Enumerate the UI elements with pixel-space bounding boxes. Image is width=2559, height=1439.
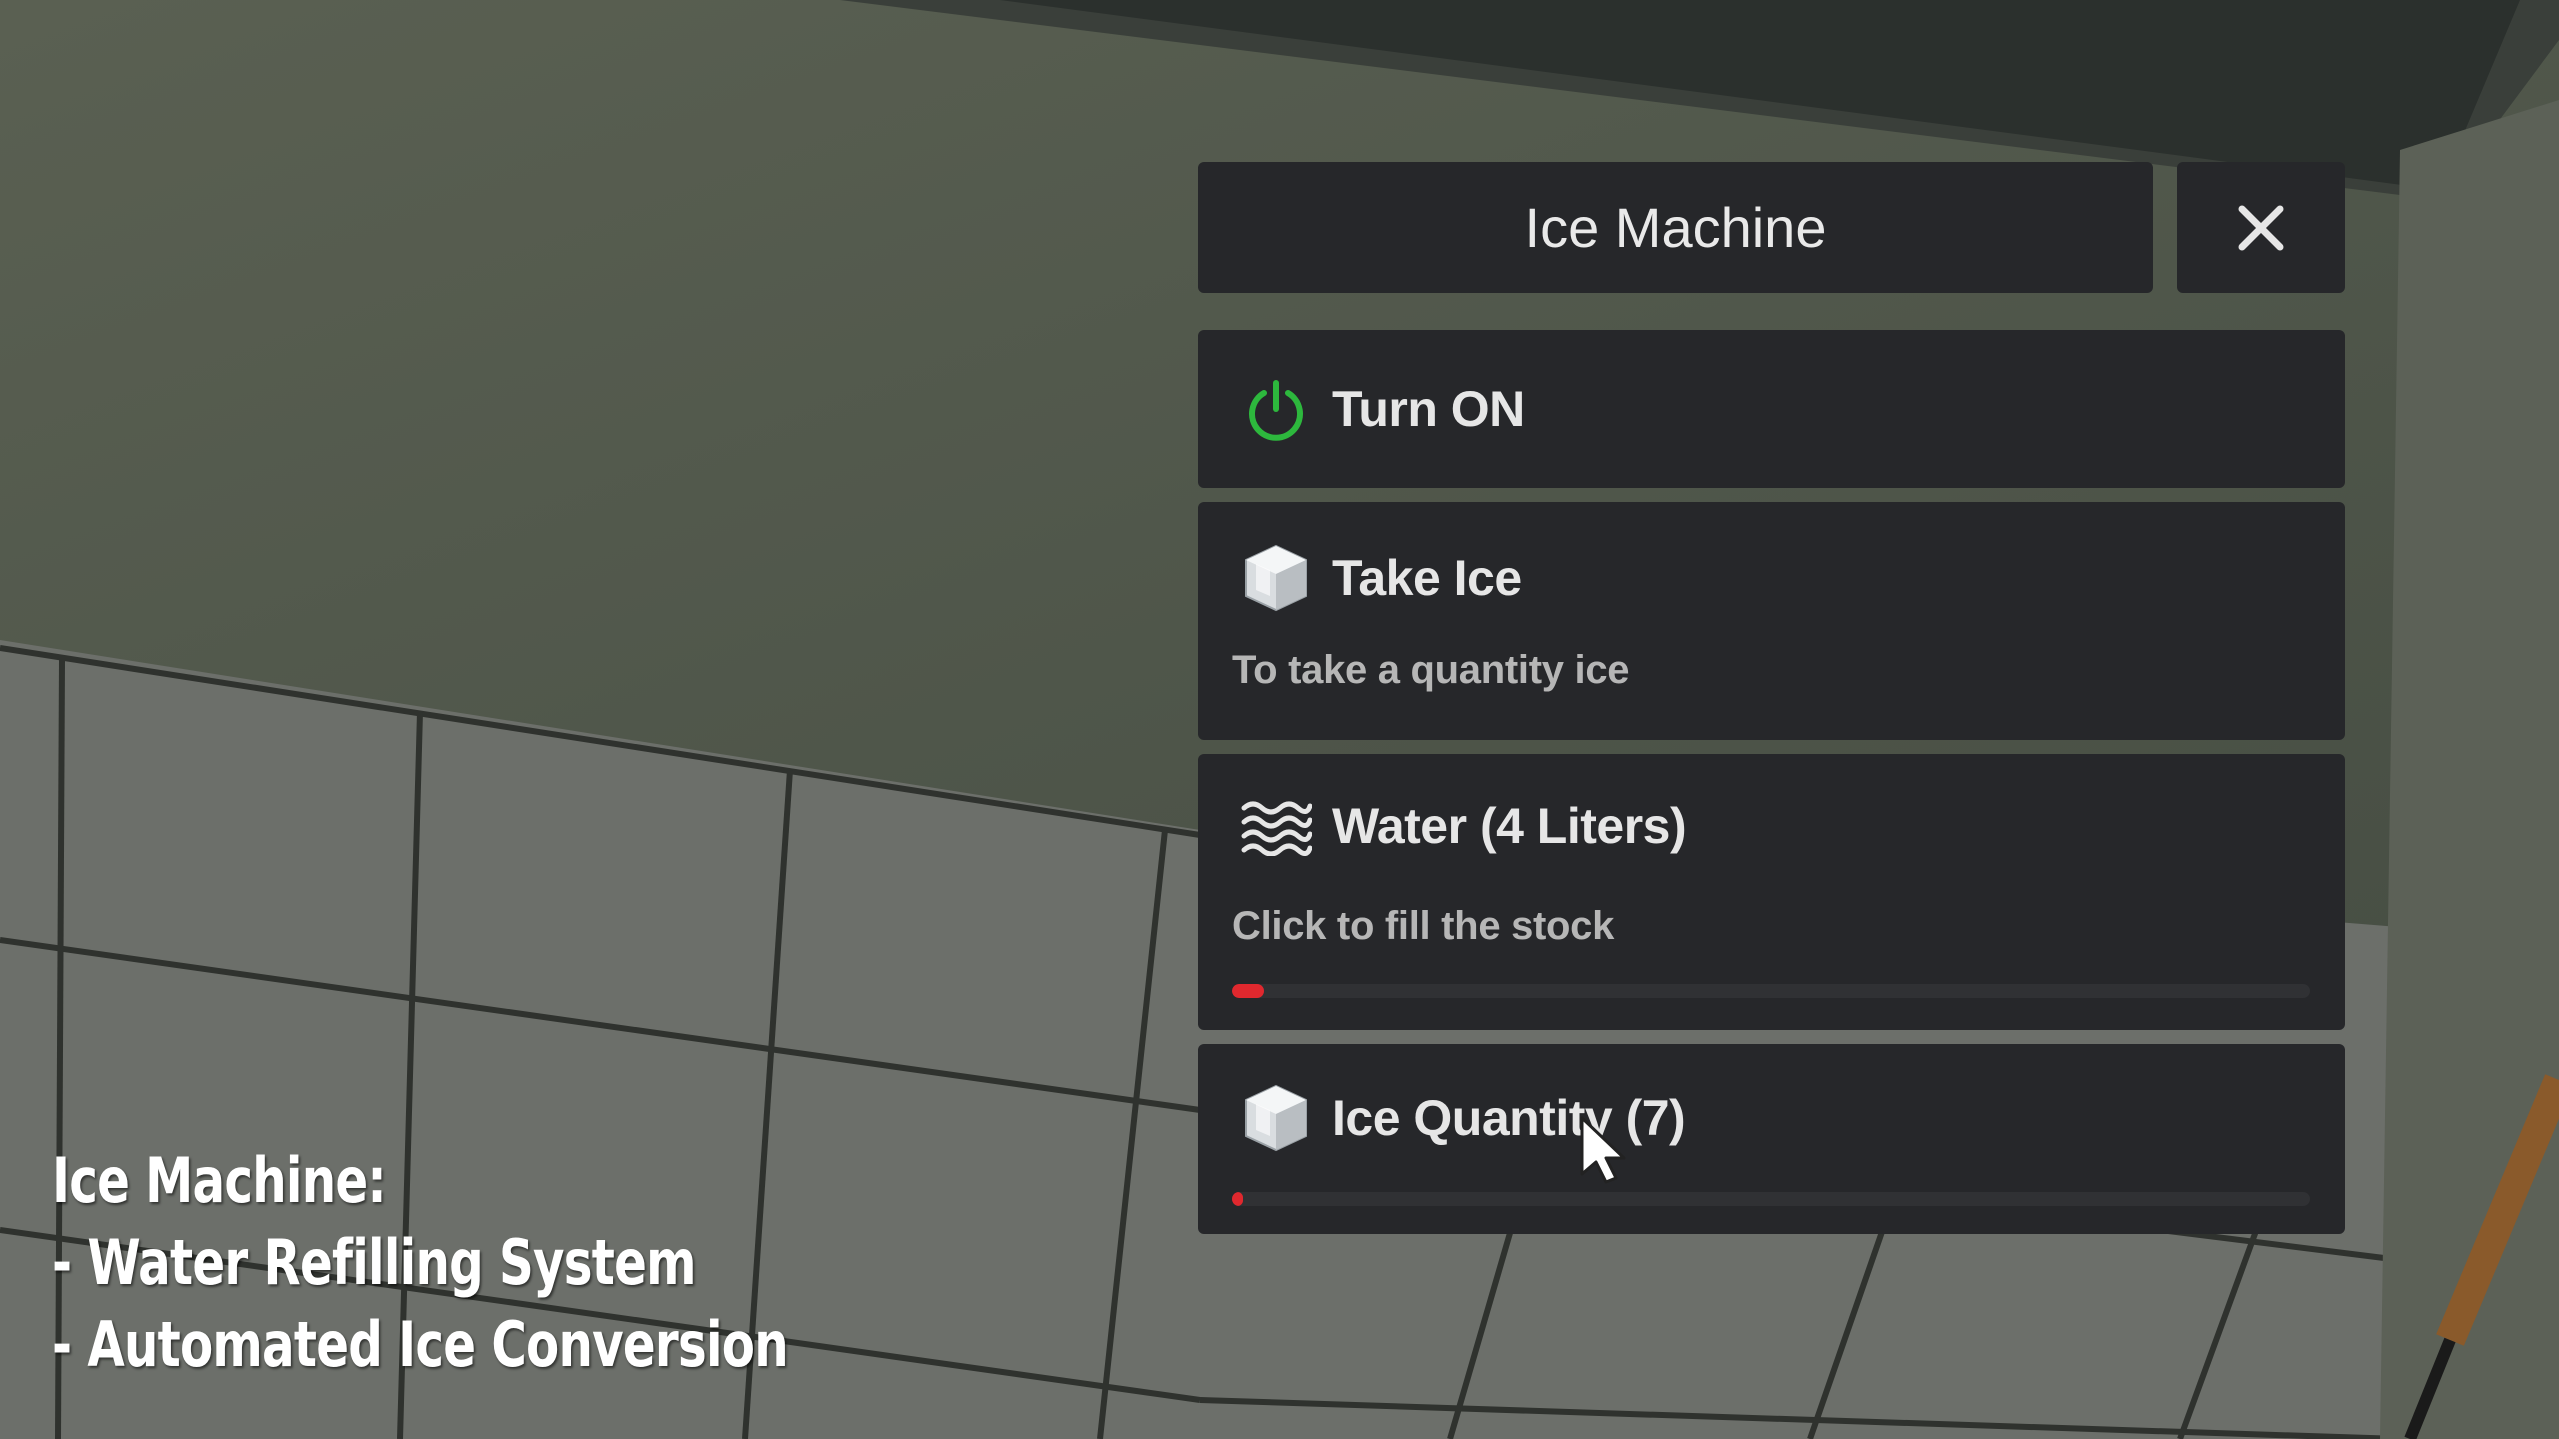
game-scene: Ice Machine: - Water Refilling System - …: [0, 0, 2559, 1439]
caption-line-water: - Water Refilling System: [52, 1226, 697, 1299]
turn-on-label: Turn ON: [1332, 381, 1525, 437]
take-ice-header: Take Ice: [1238, 540, 1522, 616]
ice-quantity-progress-fill: [1232, 1192, 1243, 1206]
water-label: Water (4 Liters): [1332, 798, 1687, 854]
take-ice-description: To take a quantity ice: [1232, 648, 1630, 692]
caption-line-title: Ice Machine:: [52, 1144, 387, 1217]
turn-on-header: Turn ON: [1238, 371, 1525, 447]
ice-cube-icon: [1238, 1080, 1314, 1156]
water-description: Click to fill the stock: [1232, 904, 1615, 948]
water-progress-bar: [1232, 984, 2310, 998]
turn-on-button[interactable]: Turn ON: [1198, 330, 2345, 488]
water-waves-icon: [1238, 788, 1314, 864]
menu-header: Ice Machine: [1198, 162, 2345, 293]
ice-machine-menu: Ice Machine Turn ON Take Ice To take a q…: [1198, 162, 2345, 1234]
power-icon: [1238, 371, 1314, 447]
caption-line-ice: - Automated Ice Conversion: [52, 1308, 789, 1381]
take-ice-label: Take Ice: [1332, 550, 1522, 606]
water-progress-fill: [1232, 984, 1265, 998]
menu-title: Ice Machine: [1198, 162, 2153, 293]
close-button[interactable]: [2177, 162, 2345, 293]
ice-quantity-progress-bar: [1232, 1192, 2310, 1206]
water-header: Water (4 Liters): [1238, 788, 1687, 864]
video-caption: Ice Machine: - Water Refilling System - …: [52, 1140, 789, 1386]
mouse-cursor-icon: [1580, 1116, 1626, 1184]
take-ice-button[interactable]: Take Ice To take a quantity ice: [1198, 502, 2345, 740]
close-icon: [2238, 205, 2284, 250]
water-fill-button[interactable]: Water (4 Liters) Click to fill the stock: [1198, 754, 2345, 1030]
ice-quantity-item[interactable]: Ice Quantity (7): [1198, 1044, 2345, 1234]
ice-cube-icon: [1238, 540, 1314, 616]
